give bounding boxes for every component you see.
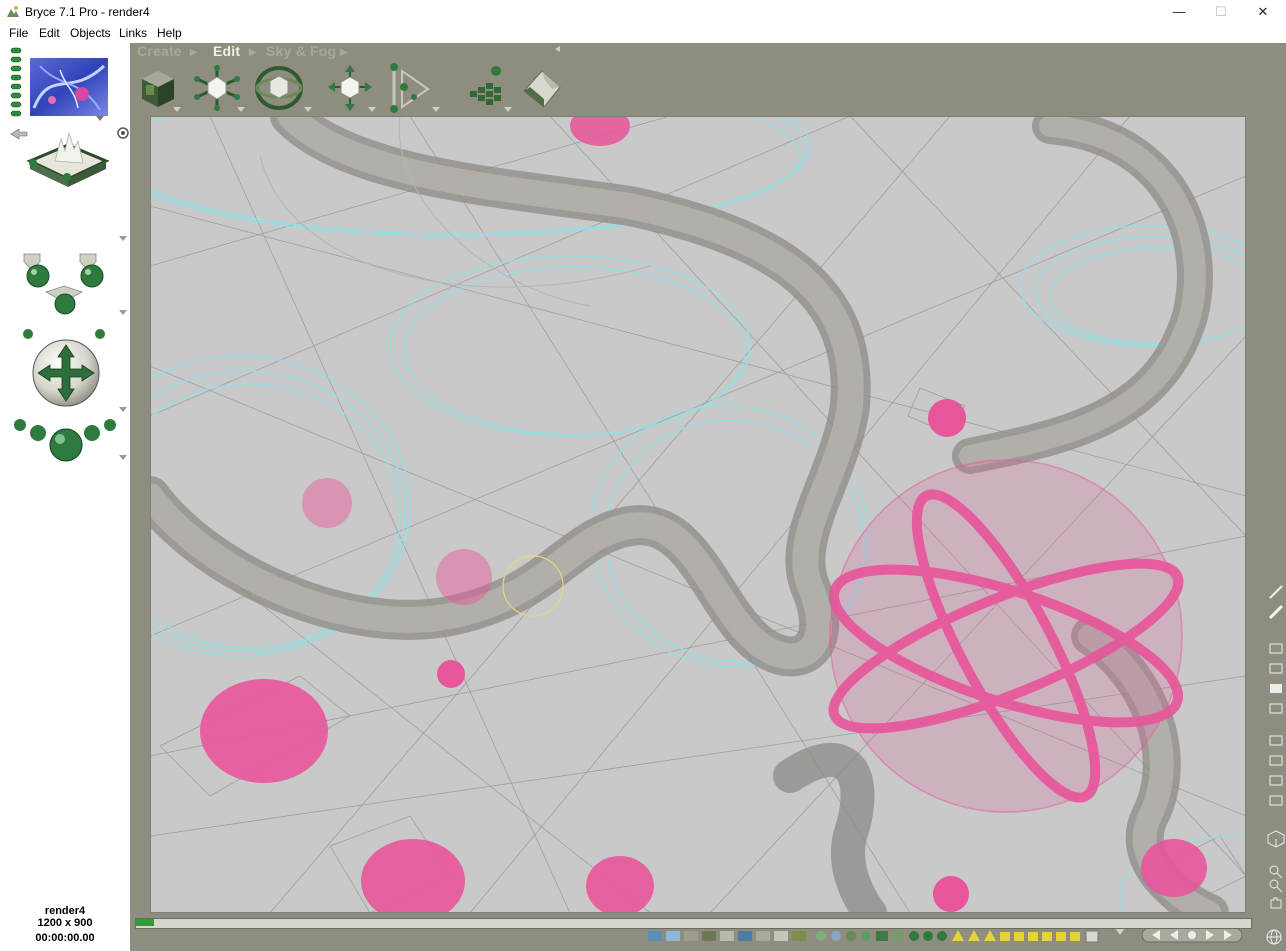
animation-time: 00:00:00.00 (35, 932, 95, 944)
terrain-editor-icon[interactable] (522, 69, 562, 109)
nano-preview-thumbnail[interactable] (30, 58, 108, 116)
tab-sky-fog[interactable]: Sky & Fog (266, 43, 336, 59)
nano-options-arrow-icon[interactable] (96, 116, 104, 121)
menu-bar: File Edit Objects Links Help (0, 24, 1286, 43)
wireframe-viewport[interactable] (150, 116, 1246, 913)
animation-timeline[interactable] (135, 918, 1252, 929)
control-panel (0, 43, 130, 907)
randomize-icon[interactable] (464, 65, 508, 109)
camera-trackball-icon[interactable] (28, 339, 104, 409)
tab-create[interactable]: Create (137, 43, 182, 59)
memory-dots-icon[interactable] (9, 47, 25, 117)
camera-cross-control-icon[interactable] (10, 246, 120, 326)
tab-sky-fog-arrow: ▸ (340, 43, 348, 59)
window-title: Bryce 7.1 Pro - render4 (25, 5, 150, 19)
zoom-hand-icons[interactable] (1267, 864, 1285, 912)
menu-file[interactable]: File (9, 26, 28, 40)
material-lab-icon[interactable] (138, 69, 178, 109)
minimize-button[interactable]: — (1158, 0, 1200, 24)
document-resolution: 1200 x 900 (37, 917, 93, 929)
palette-collapse-icon[interactable] (554, 45, 562, 53)
timeline-scrubber[interactable] (136, 919, 154, 926)
document-name: render4 (44, 905, 86, 917)
tab-edit-arrow: ▸ (249, 43, 257, 59)
title-bar: Bryce 7.1 Pro - render4 — ☐ ✕ (0, 0, 1286, 24)
edit-palette: Create ▸ Edit ▸ Sky & Fog ▸ (130, 43, 1286, 116)
wireframe-scene[interactable] (150, 116, 1246, 913)
menu-links[interactable]: Links (119, 26, 147, 40)
reposition-icon[interactable] (328, 65, 372, 111)
randomize-arrow-icon[interactable] (504, 107, 512, 112)
menu-objects[interactable]: Objects (70, 26, 111, 40)
resize-arrow-icon[interactable] (237, 107, 245, 112)
close-button[interactable]: ✕ (1242, 0, 1284, 24)
selection-palette-icons[interactable] (646, 927, 1112, 945)
render-mode-icon[interactable] (117, 127, 129, 139)
bryce-app-icon (7, 6, 19, 17)
scene-cube-icon[interactable] (1267, 830, 1285, 848)
menu-edit[interactable]: Edit (39, 26, 60, 40)
right-toolbar (1264, 116, 1286, 916)
align-arrow-icon[interactable] (432, 107, 440, 112)
resize-icon[interactable] (194, 65, 240, 111)
zoom-pan-controls-icon[interactable] (10, 415, 120, 465)
brush-icon[interactable] (1268, 584, 1284, 624)
globe-icon[interactable] (1265, 928, 1283, 946)
view-control-icon[interactable] (25, 125, 111, 195)
trackball-options-arrow-icon[interactable] (119, 407, 127, 412)
camera-options-arrow-icon[interactable] (119, 310, 127, 315)
tab-create-arrow: ▸ (190, 43, 198, 59)
rotate-icon[interactable] (254, 65, 304, 111)
rotate-arrow-icon[interactable] (304, 107, 312, 112)
view-layout-icons[interactable] (1268, 734, 1284, 814)
align-icon[interactable] (388, 63, 434, 113)
menu-help[interactable]: Help (157, 26, 182, 40)
reposition-arrow-icon[interactable] (368, 107, 376, 112)
material-lab-arrow-icon[interactable] (173, 107, 181, 112)
view-options-arrow-icon[interactable] (119, 236, 127, 241)
display-mode-icons[interactable] (1268, 642, 1284, 718)
selection-options-arrow-icon[interactable] (1115, 928, 1125, 936)
playback-controls-icon[interactable] (1142, 927, 1242, 943)
zoom-options-arrow-icon[interactable] (119, 455, 127, 460)
tab-edit[interactable]: Edit (213, 43, 240, 59)
maximize-button[interactable]: ☐ (1200, 0, 1242, 24)
document-status: render4 1200 x 900 00:00:00.00 (0, 905, 130, 951)
